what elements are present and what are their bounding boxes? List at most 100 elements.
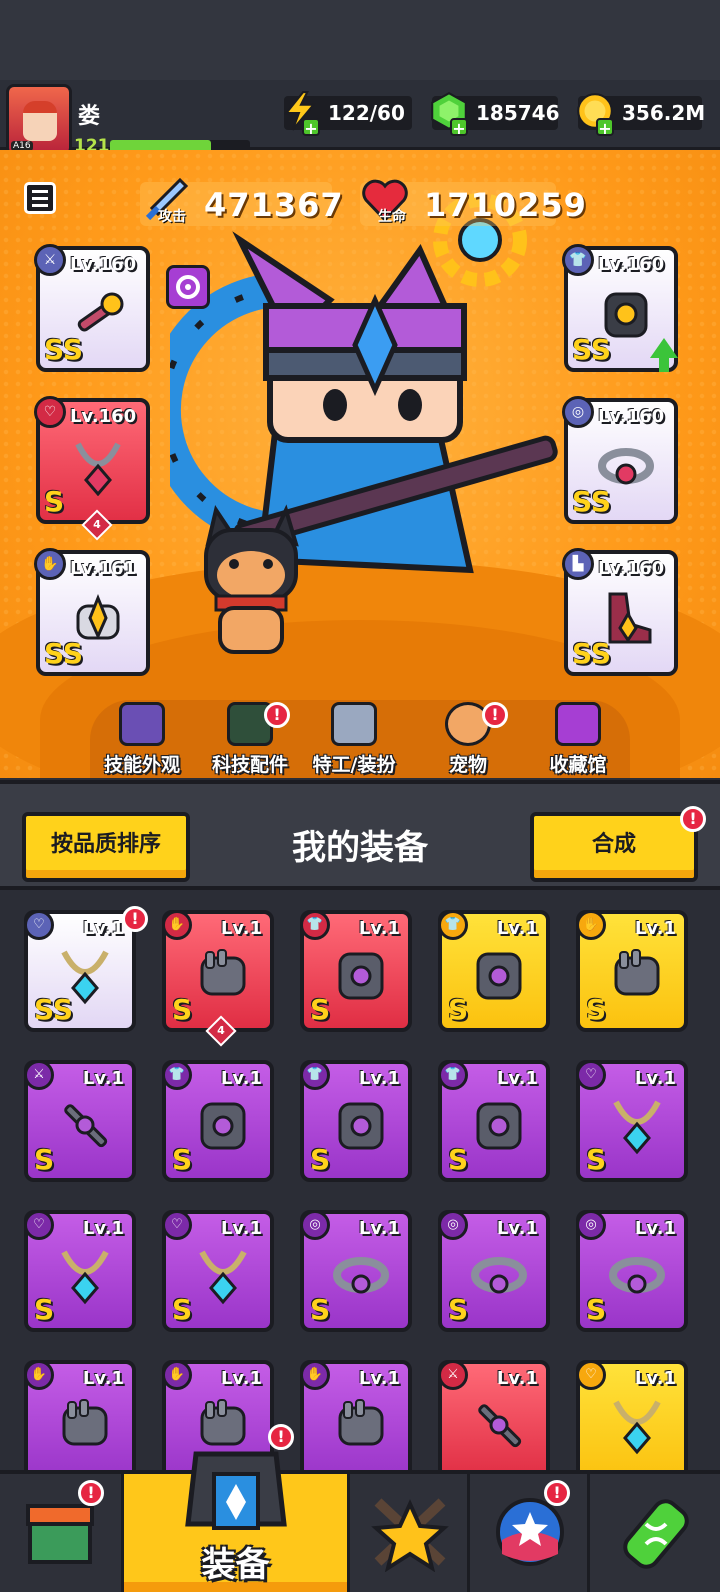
belt-type-icon: ◎ bbox=[438, 1210, 468, 1240]
menu-list-icon[interactable] bbox=[24, 182, 56, 214]
inventory-item[interactable]: ✋ Lv.1 S 4 bbox=[162, 910, 274, 1047]
gem-counter[interactable]: + 185746 bbox=[431, 91, 560, 137]
crossed-swords-star-icon bbox=[371, 1498, 449, 1572]
item-level: Lv.1 bbox=[358, 1068, 400, 1089]
gloves-type-icon: ✋ bbox=[300, 1360, 330, 1390]
equip-level: Lv.160 bbox=[598, 254, 665, 275]
item-level: Lv.1 bbox=[358, 1218, 400, 1239]
equip-slot-necklace[interactable]: ♡ Lv.160 S 4 bbox=[34, 396, 150, 541]
armor-icon bbox=[476, 952, 522, 1000]
equip-slot-boots[interactable]: ▙ Lv.160 SS bbox=[562, 548, 678, 676]
equip-slot-armor[interactable]: 👕 Lv.160 SS bbox=[562, 244, 678, 372]
weapon-skin-button[interactable] bbox=[166, 265, 210, 309]
necklace-icon bbox=[613, 1400, 661, 1455]
item-grade: S bbox=[586, 1293, 607, 1326]
belt-type-icon: ◎ bbox=[562, 396, 594, 428]
energy-plus-icon[interactable]: + bbox=[302, 118, 320, 137]
nav-talent[interactable]: ! bbox=[470, 1474, 590, 1592]
item-level: Lv.1 bbox=[496, 1218, 538, 1239]
equip-level: Lv.160 bbox=[70, 406, 137, 427]
inventory-item[interactable]: ♡ Lv.1 S bbox=[162, 1210, 274, 1332]
necklace-icon bbox=[61, 1250, 109, 1305]
item-grade: S bbox=[310, 1293, 331, 1326]
inventory-item[interactable]: ◎ Lv.1 S bbox=[438, 1210, 550, 1332]
nav-equipment-label: 装备 bbox=[201, 1545, 270, 1585]
merge-button[interactable]: 合成 bbox=[530, 812, 698, 882]
inventory-item[interactable]: 👕 Lv.1 S bbox=[438, 1060, 550, 1182]
equip-slot-weapon[interactable]: ⚔ Lv.160 SS bbox=[34, 244, 150, 372]
gem-plus-icon[interactable]: + bbox=[450, 118, 468, 137]
equip-grade: SS bbox=[572, 333, 612, 366]
equip-level: Lv.161 bbox=[70, 558, 137, 579]
inventory-item[interactable]: ◎ Lv.1 S bbox=[576, 1210, 688, 1332]
inventory-item[interactable]: ⚔ Lv.1 bbox=[438, 1360, 550, 1470]
inventory-item[interactable]: ✋ Lv.1 bbox=[300, 1360, 412, 1470]
weapon-type-icon: ⚔ bbox=[438, 1360, 468, 1390]
notification-badge: ! bbox=[544, 1480, 570, 1506]
item-grade: S bbox=[448, 1143, 469, 1176]
hp-stat: 生命 1710259 bbox=[360, 179, 586, 226]
notification-badge: ! bbox=[482, 702, 508, 728]
necklace-type-icon: ♡ bbox=[24, 1210, 54, 1240]
item-grade: S bbox=[172, 1293, 193, 1326]
inventory-item[interactable]: ♡ Lv.1 S bbox=[576, 1060, 688, 1182]
menu-agent-outfit[interactable]: 特工/装扮 bbox=[306, 702, 402, 777]
inventory-item[interactable]: 👕 Lv.1 S bbox=[438, 910, 550, 1032]
agent-head-icon bbox=[331, 702, 377, 746]
energy-counter[interactable]: + 122/60 bbox=[284, 91, 412, 137]
inventory-item[interactable]: ♡ Lv.1 bbox=[576, 1360, 688, 1470]
item-grade: S bbox=[310, 1143, 331, 1176]
attack-value: 471367 bbox=[204, 186, 344, 224]
nav-battle[interactable] bbox=[350, 1474, 470, 1592]
item-level: Lv.1 bbox=[496, 1068, 538, 1089]
gloves-type-icon: ✋ bbox=[162, 1360, 192, 1390]
menu-collection-hall[interactable]: 收藏馆 bbox=[530, 702, 626, 777]
attack-stat: 攻击 471367 bbox=[140, 177, 343, 226]
treasure-chest-icon bbox=[555, 702, 601, 746]
inventory-item[interactable]: 👕 Lv.1 S bbox=[300, 1060, 412, 1182]
weapon-icon bbox=[64, 1104, 108, 1148]
inventory-item[interactable]: ♡ Lv.1 SS! bbox=[24, 906, 148, 1032]
equip-grade: SS bbox=[572, 485, 612, 518]
nav-shop[interactable]: ! bbox=[0, 1474, 124, 1592]
inventory-item[interactable]: ✋ Lv.1 S bbox=[576, 910, 688, 1032]
item-grade: S bbox=[448, 993, 469, 1026]
dna-capsule-icon bbox=[623, 1499, 689, 1569]
inventory-item[interactable]: ◎ Lv.1 S bbox=[300, 1210, 412, 1332]
pet-dog[interactable] bbox=[186, 500, 316, 660]
coin-plus-icon[interactable]: + bbox=[596, 118, 614, 137]
gloves-type-icon: ✋ bbox=[576, 910, 606, 940]
weapon-icon bbox=[478, 1404, 522, 1448]
item-level: Lv.1 bbox=[634, 1218, 676, 1239]
inventory-item[interactable]: 👕 Lv.1 S bbox=[300, 910, 412, 1032]
equip-slot-belt[interactable]: ◎ Lv.160 SS bbox=[562, 396, 678, 524]
menu-pets[interactable]: 宠物 ! bbox=[420, 702, 516, 777]
necklace-type-icon: ♡ bbox=[24, 910, 54, 940]
armor-type-icon: 👕 bbox=[438, 910, 468, 940]
nav-gene[interactable] bbox=[590, 1474, 720, 1592]
item-grade: S bbox=[34, 1293, 55, 1326]
inventory-item[interactable]: ♡ Lv.1 S bbox=[24, 1210, 136, 1332]
status-bar bbox=[0, 0, 720, 80]
shop-icon bbox=[26, 1504, 94, 1564]
menu-tech-parts[interactable]: 科技配件 ! bbox=[202, 702, 298, 777]
coin-counter[interactable]: + 356.2M bbox=[577, 93, 705, 137]
upgrade-arrow-icon bbox=[650, 338, 678, 372]
player-name: 娄 bbox=[78, 104, 101, 129]
inventory-item[interactable]: 👕 Lv.1 S bbox=[162, 1060, 274, 1182]
inventory-grid[interactable]: ♡ Lv.1 SS! ✋ Lv.1 S 4 👕 Lv.1 S 👕 Lv.1 S ✋ Lv.1 S ⚔ Lv.1 S 👕… bbox=[0, 890, 720, 1470]
equip-slot-gloves[interactable]: ✋ Lv.161 SS bbox=[34, 548, 150, 676]
menu-skill-skins[interactable]: 技能外观 bbox=[94, 702, 190, 777]
item-grade: S bbox=[448, 1293, 469, 1326]
gloves-type-icon: ✋ bbox=[34, 548, 66, 580]
gloves-icon bbox=[614, 949, 660, 996]
inventory-item[interactable]: ✋ Lv.1 bbox=[24, 1360, 136, 1470]
inventory-item[interactable]: ⚔ Lv.1 S bbox=[24, 1060, 136, 1182]
gloves-icon bbox=[200, 949, 246, 996]
hp-value: 1710259 bbox=[424, 186, 587, 224]
player-avatar[interactable]: A16 bbox=[6, 84, 72, 156]
nav-equipment[interactable]: ! 装备 bbox=[124, 1424, 350, 1592]
belt-icon bbox=[333, 1257, 389, 1294]
belt-icon bbox=[471, 1257, 527, 1294]
armor-icon bbox=[476, 1102, 522, 1150]
